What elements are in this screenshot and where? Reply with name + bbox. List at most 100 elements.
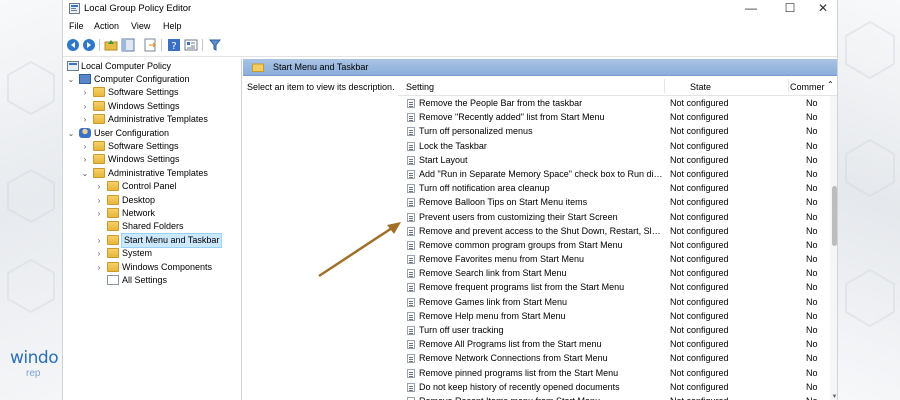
setting-comment: No [806, 367, 818, 378]
chevron-right-icon[interactable]: › [95, 247, 103, 260]
chevron-right-icon[interactable]: › [95, 261, 103, 274]
policy-setting-icon [407, 311, 415, 321]
setting-row[interactable]: Remove Recent Items menu from Start Menu… [398, 394, 837, 400]
show-hide-tree-icon[interactable] [121, 38, 135, 52]
chevron-right-icon[interactable]: › [95, 207, 103, 220]
setting-comment: No [806, 140, 818, 151]
folder-icon [93, 87, 105, 98]
setting-row[interactable]: Remove Balloon Tips on Start Menu items N… [398, 195, 837, 209]
setting-row[interactable]: Turn off notification area cleanup Not co… [398, 181, 837, 195]
tree-label: Administrative Templates [108, 167, 208, 178]
column-state[interactable]: State [690, 82, 711, 92]
chevron-right-icon[interactable]: › [81, 100, 89, 113]
description-text: Select an item to view its description. [247, 82, 395, 92]
help-icon[interactable]: ? [167, 38, 181, 52]
setting-comment: No [806, 353, 818, 364]
setting-comment: No [806, 254, 818, 265]
column-setting[interactable]: Setting [406, 82, 434, 92]
setting-state: Not configured [670, 353, 729, 364]
setting-comment: No [806, 239, 818, 250]
setting-name: Remove Help menu from Start Menu [419, 310, 566, 321]
folder-icon [93, 141, 105, 151]
setting-row[interactable]: Start Layout Not configured No [398, 153, 837, 167]
column-separator[interactable] [664, 79, 665, 93]
setting-row[interactable]: Turn off user tracking Not configured No [398, 323, 837, 337]
setting-row[interactable]: Lock the Taskbar Not configured No [398, 139, 837, 153]
setting-row[interactable]: Remove "Recently added" list from Start … [398, 110, 837, 124]
tree-label: Software Settings [108, 141, 179, 151]
filter-icon[interactable] [208, 38, 222, 52]
setting-row[interactable]: Remove and prevent access to the Shut Do… [398, 224, 837, 238]
up-folder-icon[interactable] [104, 38, 118, 52]
chevron-down-icon[interactable]: ⌄ [81, 167, 89, 180]
chevron-right-icon[interactable]: › [81, 113, 89, 126]
gpedit-window: Local Group Policy Editor — ☐ ✕ File Act… [62, 0, 838, 400]
back-icon[interactable] [66, 38, 80, 52]
setting-row[interactable]: Prevent users from customizing their Sta… [398, 210, 837, 224]
setting-comment: No [806, 394, 818, 400]
setting-row[interactable]: Do not keep history of recently opened d… [398, 380, 837, 394]
menu-help[interactable]: Help [163, 21, 182, 31]
hexagon-pattern-right [845, 20, 895, 328]
column-comment[interactable]: Commer [790, 82, 825, 92]
properties-icon[interactable] [184, 38, 198, 52]
policy-setting-icon [407, 141, 415, 151]
chevron-right-icon[interactable]: › [81, 140, 89, 153]
scroll-down-icon[interactable]: ▼ [830, 394, 837, 400]
chevron-right-icon[interactable]: › [95, 234, 103, 247]
setting-row[interactable]: Remove Games link from Start Menu Not con… [398, 295, 837, 309]
settings-rows: Remove the People Bar from the taskbar No… [398, 96, 837, 400]
folder-icon [93, 114, 105, 125]
chevron-right-icon[interactable]: › [95, 194, 103, 207]
setting-row[interactable]: Remove All Programs list from the Start … [398, 337, 837, 351]
policy-setting-icon [407, 127, 415, 137]
setting-row[interactable]: Remove Search link from Start Menu Not co… [398, 266, 837, 280]
setting-row[interactable]: Remove Favorites menu from Start Menu Not… [398, 252, 837, 266]
chevron-right-icon[interactable]: › [95, 180, 103, 193]
setting-row[interactable]: Remove frequent programs list from the S… [398, 280, 837, 294]
maximize-button[interactable]: ☐ [782, 1, 798, 15]
policy-setting-icon [407, 354, 415, 364]
vertical-scrollbar[interactable]: ▼ [830, 96, 837, 400]
column-separator[interactable] [788, 79, 789, 93]
policy-setting-icon [407, 155, 415, 165]
folder-icon [252, 63, 264, 72]
details-pane: Start Menu and Taskbar Select an item to… [243, 59, 837, 400]
tree-label: Shared Folders [122, 221, 184, 232]
setting-state: Not configured [670, 367, 729, 378]
setting-name: Remove Recent Items menu from Start Menu [419, 394, 663, 400]
setting-state: Not configured [670, 239, 729, 250]
setting-row[interactable]: Remove the People Bar from the taskbar No… [398, 96, 837, 110]
forward-icon[interactable] [82, 38, 96, 52]
setting-comment: No [806, 211, 818, 222]
setting-state: Not configured [670, 126, 729, 137]
setting-row[interactable]: Remove pinned programs list from the Sta… [398, 366, 837, 380]
policy-setting-icon [407, 297, 415, 307]
setting-comment: No [806, 112, 818, 123]
chevron-right-icon[interactable]: › [81, 153, 89, 166]
scrollbar-thumb[interactable] [832, 186, 837, 246]
minimize-button[interactable]: — [743, 1, 759, 15]
menu-view[interactable]: View [131, 21, 150, 31]
close-button[interactable]: ✕ [815, 1, 831, 15]
chevron-right-icon[interactable]: › [81, 86, 89, 99]
setting-row[interactable]: Remove Network Connections from Start Me… [398, 351, 837, 365]
setting-name: Remove common program groups from Start … [419, 239, 623, 250]
export-list-icon[interactable] [143, 38, 157, 52]
setting-name: Remove Search link from Start Menu [419, 268, 567, 279]
setting-row[interactable]: Turn off personalized menus Not configure… [398, 124, 837, 138]
chevron-down-icon[interactable]: ⌄ [67, 73, 75, 86]
svg-text:?: ? [171, 41, 176, 52]
setting-row[interactable]: Remove common program groups from Start … [398, 238, 837, 252]
menu-file[interactable]: File [69, 21, 84, 31]
pane-splitter[interactable] [241, 59, 242, 400]
tree-label: Start Menu and Taskbar [120, 232, 223, 248]
menu-action[interactable]: Action [94, 21, 119, 31]
setting-state: Not configured [670, 98, 729, 108]
chevron-down-icon[interactable]: ⌄ [67, 127, 75, 140]
scroll-up-icon[interactable]: ⌃ [827, 80, 834, 89]
setting-row[interactable]: Remove Help menu from Start Menu Not conf… [398, 309, 837, 323]
setting-row[interactable]: Add "Run in Separate Memory Space" check… [398, 167, 837, 181]
setting-name: Remove Network Connections from Start Me… [419, 353, 608, 364]
watermark-sub: rep [26, 368, 41, 379]
